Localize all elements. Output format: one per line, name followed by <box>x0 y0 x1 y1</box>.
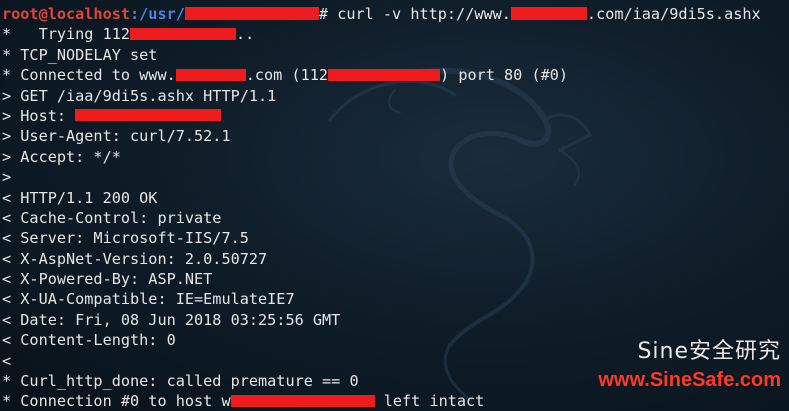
line-text: < <box>2 351 12 370</box>
output-line: * TCP_NODELAY set <box>2 45 789 65</box>
output-line: < Date: Fri, 08 Jun 2018 03:25:56 GMT <box>2 310 789 330</box>
prompt-line: root@localhost:/usr/ # curl -v http://www… <box>2 4 789 24</box>
redacted-block <box>130 27 237 40</box>
line-text: < HTTP/1.1 200 OK <box>2 188 158 207</box>
redacted-block <box>75 109 222 122</box>
output-line: < HTTP/1.1 200 OK <box>2 188 789 208</box>
prompt-suffix: # <box>318 5 338 23</box>
line-text: * Trying 112 <box>2 25 131 44</box>
output-line: > <box>2 167 789 187</box>
watermark: Sine安全研究 www.SineSafe.com <box>598 337 781 393</box>
line-text: * Connection #0 to host w <box>2 392 231 411</box>
line-text: ) port 80 (#0) <box>440 66 569 85</box>
line-text: < Server: Microsoft-IIS/7.5 <box>2 229 249 248</box>
redacted-block <box>328 68 441 81</box>
output-line: < Cache-Control: private <box>2 208 789 228</box>
redacted-block <box>510 7 587 20</box>
line-text: < Content-Length: 0 <box>2 331 176 350</box>
output-line: < X-UA-Compatible: IE=EmulateIE7 <box>2 289 789 309</box>
redacted-block <box>175 68 246 81</box>
output-line: < X-Powered-By: ASP.NET <box>2 269 789 289</box>
output-line: > GET /iaa/9di5s.ashx HTTP/1.1 <box>2 86 789 106</box>
redacted-block <box>184 7 319 20</box>
command-text: curl -v http://www. <box>337 5 511 23</box>
prompt-path: :/usr/ <box>130 5 185 23</box>
line-text: * Connected to www. <box>2 66 176 85</box>
output-line: > User-Agent: curl/7.52.1 <box>2 126 789 146</box>
output-line: < Server: Microsoft-IIS/7.5 <box>2 228 789 248</box>
line-text: left intact <box>374 392 485 411</box>
line-text: > <box>2 168 12 187</box>
line-text: > GET /iaa/9di5s.ashx HTTP/1.1 <box>2 86 277 105</box>
output-line: * Connection #0 to host w left intact <box>2 391 789 411</box>
prompt-user-host: root@localhost <box>2 5 131 23</box>
line-text: < Cache-Control: private <box>2 208 222 227</box>
line-text: < Date: Fri, 08 Jun 2018 03:25:56 GMT <box>2 310 341 329</box>
line-text: * Curl_http_done: called premature == 0 <box>2 372 359 391</box>
watermark-url: www.SineSafe.com <box>598 369 781 391</box>
output-line: * Connected to www. .com (112 ) port 80 (#… <box>2 65 789 85</box>
output-line: < X-AspNet-Version: 2.0.50727 <box>2 249 789 269</box>
line-text: < X-AspNet-Version: 2.0.50727 <box>2 249 268 268</box>
command-tail: .com/iaa/9di5s.ashx <box>586 5 761 23</box>
line-text: > Accept: */* <box>2 147 121 166</box>
line-text: .. <box>236 25 255 44</box>
output-line: > Host: <box>2 106 789 126</box>
line-text: .com (112 <box>245 66 329 85</box>
line-text: * TCP_NODELAY set <box>2 45 158 64</box>
line-text: > Host: <box>2 106 76 125</box>
line-text: < X-Powered-By: ASP.NET <box>2 270 213 289</box>
line-text: > User-Agent: curl/7.52.1 <box>2 127 231 146</box>
terminal-window[interactable]: root@localhost:/usr/ # curl -v http://www… <box>0 0 789 411</box>
output-line: * Trying 112.. <box>2 24 789 44</box>
output-line: > Accept: */* <box>2 147 789 167</box>
redacted-block <box>230 394 375 407</box>
watermark-brand: Sine安全研究 <box>637 339 781 364</box>
line-text: < X-UA-Compatible: IE=EmulateIE7 <box>2 290 295 309</box>
